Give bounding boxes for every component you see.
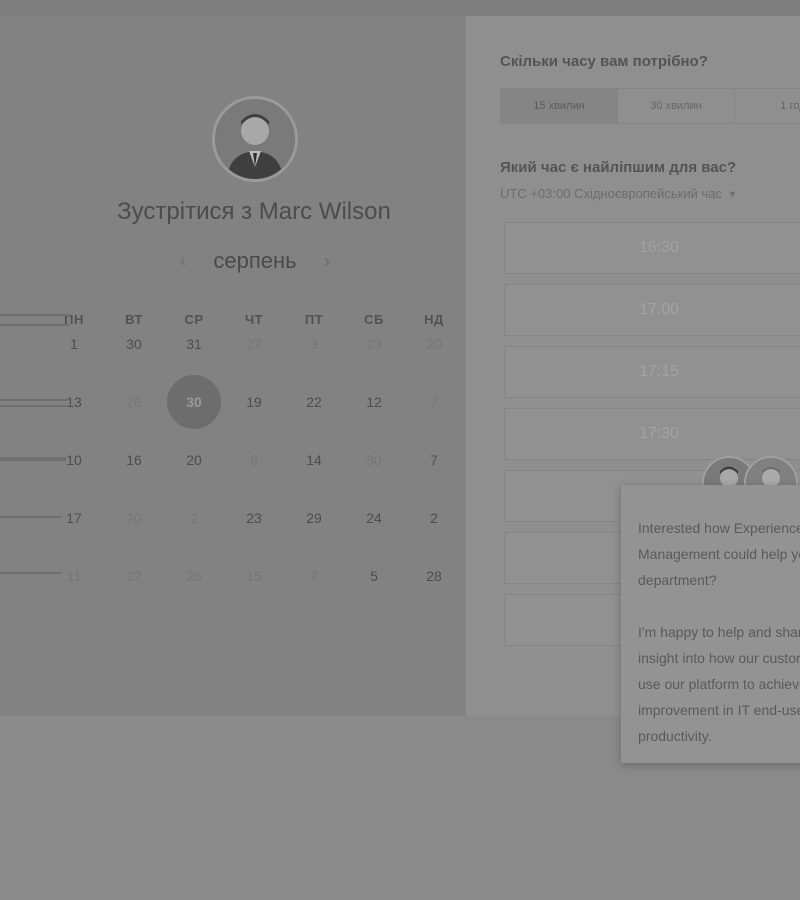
calendar-day: 30	[366, 452, 382, 468]
calendar-day: 2	[190, 510, 198, 526]
calendar-day[interactable]: 5	[354, 564, 394, 588]
overlay-bar	[0, 399, 68, 401]
month-label: серпень	[213, 248, 297, 273]
calendar-day: 8	[250, 452, 258, 468]
calendar-day[interactable]: 30	[114, 332, 154, 356]
calendar-day: 20	[426, 336, 442, 352]
calendar-day: 15	[246, 568, 262, 584]
weekday-label: СБ	[364, 312, 384, 327]
calendar-day[interactable]: 24	[354, 506, 394, 530]
calendar-day: 26	[126, 394, 142, 410]
weekday-label: ВТ	[125, 312, 143, 327]
timezone-label: UTC +03:00 Східноєвропейський час	[500, 186, 722, 201]
calendar-day: 7	[430, 394, 438, 410]
calendar-day: 20	[126, 510, 142, 526]
calendar-day[interactable]: 22	[294, 390, 334, 414]
overlay-bar	[0, 516, 62, 518]
calendar-day[interactable]: 20	[174, 448, 214, 472]
calendar-day[interactable]: 14	[294, 448, 334, 472]
overlay-bar	[0, 405, 68, 407]
overlay-bar	[0, 314, 70, 316]
calendar-day: 23	[366, 336, 382, 352]
calendar-day: 22	[126, 568, 142, 584]
duration-tab-30[interactable]: 30 хвилин	[618, 89, 735, 123]
calendar-day: 11	[66, 568, 82, 584]
chat-message: Interested how Experience Management cou…	[638, 520, 800, 744]
duration-tab-15[interactable]: 15 хвилин	[501, 89, 618, 123]
calendar-day[interactable]: 31	[174, 332, 214, 356]
month-navigator: ‹ серпень ›	[180, 246, 330, 276]
weekday-label: ПТ	[304, 312, 324, 327]
calendar-day[interactable]: 29	[294, 506, 334, 530]
calendar-day[interactable]: 2	[414, 506, 454, 530]
duration-title: Скільки часу вам потрібно?	[500, 53, 708, 70]
time-slot[interactable]: 17:00	[504, 284, 800, 336]
calendar-day: 7	[310, 568, 318, 584]
calendar-day[interactable]: 7	[414, 448, 454, 472]
time-slot[interactable]: 17:30	[504, 408, 800, 460]
calendar-day[interactable]: 13	[54, 390, 94, 414]
timezone-dropdown[interactable]: UTC +03:00 Східноєвропейський час ▼	[500, 186, 737, 201]
overlay-bar	[0, 457, 66, 461]
weekday-label: НД	[424, 312, 444, 327]
calendar-day[interactable]: 12	[354, 390, 394, 414]
host-avatar	[212, 96, 298, 182]
calendar-day[interactable]: 17	[54, 506, 94, 530]
time-title: Який час є найліпшим для вас?	[500, 159, 737, 176]
calendar-day[interactable]: 23	[234, 506, 274, 530]
calendar-day: 3	[310, 336, 318, 352]
chat-popup[interactable]: Interested how Experience Management cou…	[621, 485, 800, 763]
chevron-right-icon[interactable]: ›	[324, 251, 330, 272]
time-slot[interactable]: 17:15	[504, 346, 800, 398]
calendar-day[interactable]: 28	[414, 564, 454, 588]
calendar-day: 27	[246, 336, 262, 352]
calendar-day-selected[interactable]: 30	[167, 375, 221, 429]
top-strip	[0, 0, 800, 16]
chevron-left-icon[interactable]: ‹	[180, 251, 186, 272]
calendar-day[interactable]: 19	[234, 390, 274, 414]
calendar-day: 28	[186, 568, 202, 584]
meeting-title: Зустрітися з Marc Wilson	[117, 198, 391, 225]
time-slot[interactable]: 16:30	[504, 222, 800, 274]
weekday-label: СР	[184, 312, 204, 327]
duration-tab-60[interactable]: 1 год	[735, 89, 800, 123]
overlay-bar	[0, 324, 70, 326]
calendar-day[interactable]: 1	[54, 332, 94, 356]
weekday-label: ЧТ	[244, 312, 264, 327]
duration-selector: 15 хвилин 30 хвилин 1 год	[500, 88, 800, 124]
calendar-day[interactable]: 16	[114, 448, 154, 472]
caret-down-icon: ▼	[727, 188, 737, 199]
calendar-panel: Зустрітися з Marc Wilson ‹ серпень › ПН В…	[0, 16, 466, 716]
overlay-bar	[0, 572, 62, 574]
